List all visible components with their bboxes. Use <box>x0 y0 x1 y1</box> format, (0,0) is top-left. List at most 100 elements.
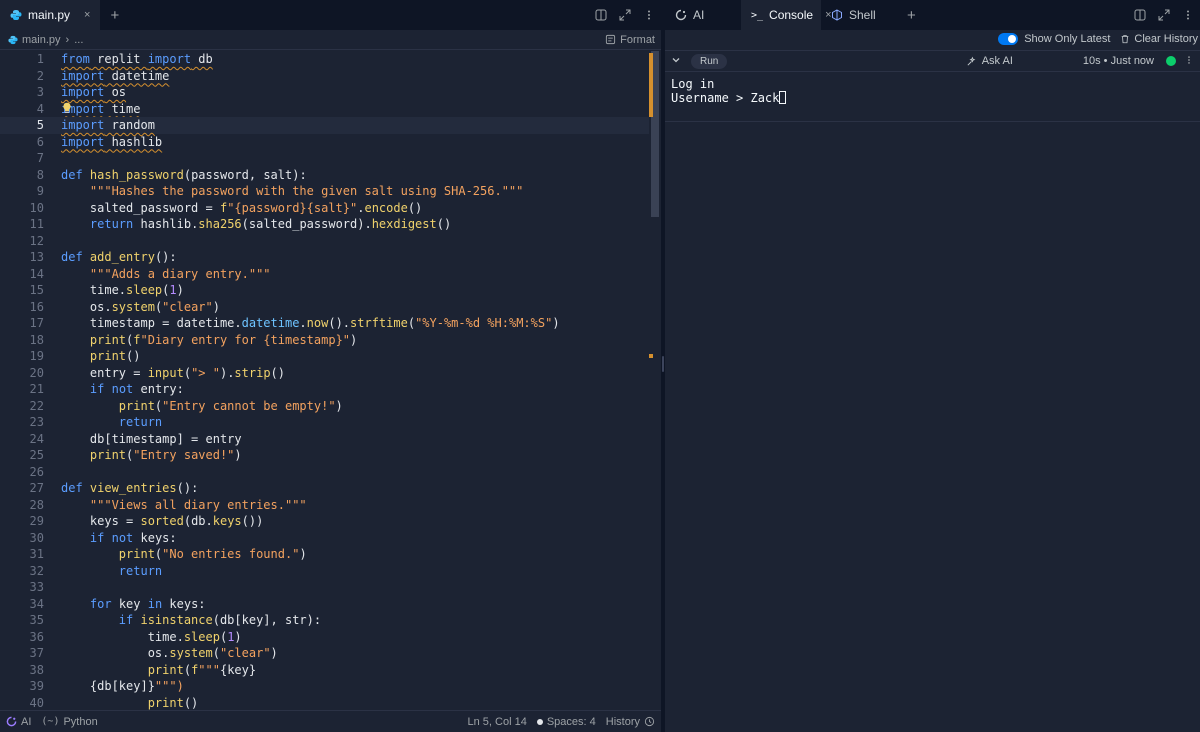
code-line[interactable]: 7 <box>0 150 649 167</box>
split-pane-icon[interactable] <box>1128 0 1152 30</box>
format-label: Format <box>620 33 655 46</box>
ai-icon <box>675 9 687 21</box>
editor-pane: main.py × + main.py › ... Format 1 from … <box>0 0 661 732</box>
python-file-icon <box>8 35 18 44</box>
code-line[interactable]: 38 print(f"""{key} <box>0 662 649 679</box>
code-text: time.sleep(1) <box>61 629 242 644</box>
code-line[interactable]: 27 def view_entries(): <box>0 480 649 497</box>
status-ai[interactable]: AI <box>6 716 31 728</box>
code-line[interactable]: 22 print("Entry cannot be empty!") <box>0 398 649 415</box>
add-tool-tab-button[interactable]: + <box>897 0 926 30</box>
code-line[interactable]: 3 import os <box>0 84 649 101</box>
code-text: import time <box>61 101 141 116</box>
code-line[interactable]: 29 keys = sorted(db.keys()) <box>0 513 649 530</box>
code-line[interactable]: 13 def add_entry(): <box>0 249 649 266</box>
code-line[interactable]: 32 return <box>0 563 649 580</box>
code-line[interactable]: 6 import hashlib <box>0 134 649 151</box>
status-spaces[interactable]: Spaces: 4 <box>536 716 596 728</box>
code-line[interactable]: 31 print("No entries found.") <box>0 546 649 563</box>
tab-label: main.py <box>28 8 71 22</box>
line-number: 31 <box>29 547 44 561</box>
maximize-icon[interactable] <box>1152 0 1176 30</box>
chevron-down-icon[interactable] <box>671 55 681 68</box>
line-number: 29 <box>29 514 44 528</box>
code-line[interactable]: 10 salted_password = f"{password}{salt}"… <box>0 200 649 217</box>
code-line[interactable]: 21 if not entry: <box>0 381 649 398</box>
tab-shell[interactable]: Shell <box>821 0 897 30</box>
line-number: 4 <box>36 101 44 116</box>
line-number: 30 <box>29 530 44 545</box>
status-history[interactable]: History <box>606 716 655 728</box>
breadcrumb-ellipsis[interactable]: ... <box>74 34 83 46</box>
run-status-icon <box>1166 56 1176 66</box>
console-output[interactable]: Log in Username > Zack <box>671 77 787 105</box>
line-number: 25 <box>29 448 44 462</box>
code-line[interactable]: 30 if not keys: <box>0 530 649 547</box>
code-line[interactable]: 28 """Views all diary entries.""" <box>0 497 649 514</box>
line-number: 23 <box>29 415 44 429</box>
code-editor[interactable]: 1 from replit import db 2 import datetime 3 i… <box>0 51 649 710</box>
code-text: def view_entries(): <box>61 481 199 495</box>
code-line[interactable]: 34 for key in keys: <box>0 596 649 613</box>
editor-scrollbar[interactable] <box>649 51 661 710</box>
code-text: def hash_password(password, salt): <box>61 167 307 182</box>
tab-ai[interactable]: AI <box>665 0 741 30</box>
line-number: 21 <box>29 382 44 396</box>
more-options-icon[interactable] <box>637 0 661 30</box>
code-line[interactable]: 40 print() <box>0 695 649 711</box>
line-number: 26 <box>29 464 44 479</box>
code-line[interactable]: 18 print(f"Diary entry for {timestamp}") <box>0 332 649 349</box>
code-line[interactable]: 16 os.system("clear") <box>0 299 649 316</box>
tab-ai-label: AI <box>693 8 705 22</box>
more-options-icon[interactable] <box>1176 0 1200 30</box>
code-line[interactable]: 23 return <box>0 414 649 431</box>
format-button[interactable]: Format <box>605 34 661 46</box>
format-icon <box>606 34 616 45</box>
code-line[interactable]: 20 entry = input("> ").strip() <box>0 365 649 382</box>
code-line[interactable]: 24 db[timestamp] = entry <box>0 431 649 448</box>
code-line[interactable]: 36 time.sleep(1) <box>0 629 649 646</box>
code-line[interactable]: 8 def hash_password(password, salt): <box>0 167 649 184</box>
code-line[interactable]: 1 from replit import db <box>0 51 649 68</box>
code-line[interactable]: 5 import random <box>0 117 649 134</box>
tab-main-py[interactable]: main.py × <box>0 0 101 30</box>
line-number: 37 <box>29 646 44 660</box>
close-icon[interactable]: × <box>84 9 90 21</box>
add-tab-button[interactable]: + <box>100 0 129 30</box>
code-line[interactable]: 12 <box>0 233 649 250</box>
code-line[interactable]: 25 print("Entry saved!") <box>0 447 649 464</box>
line-number: 20 <box>29 365 44 380</box>
code-line[interactable]: 15 time.sleep(1) <box>0 282 649 299</box>
code-text: """Views all diary entries.""" <box>89 497 307 512</box>
code-line[interactable]: 9 """Hashes the password with the given … <box>0 183 649 200</box>
code-line[interactable]: 39 {db[key]}""") <box>0 678 649 695</box>
tab-console[interactable]: >_ Console × <box>741 0 832 30</box>
status-cursor[interactable]: Ln 5, Col 14 <box>468 716 527 728</box>
maximize-icon[interactable] <box>613 0 637 30</box>
code-line[interactable]: 26 <box>0 464 649 481</box>
code-line[interactable]: 17 timestamp = datetime.datetime.now().s… <box>0 315 649 332</box>
status-language[interactable]: (~) Python <box>41 716 97 728</box>
code-line[interactable]: 33 <box>0 579 649 596</box>
line-number: 2 <box>36 68 44 83</box>
code-line[interactable]: 35 if isinstance(db[key], str): <box>0 612 649 629</box>
clear-history-label: Clear History <box>1134 33 1198 45</box>
code-line[interactable]: 19 print() <box>0 348 649 365</box>
code-line[interactable]: 4 import time <box>0 101 649 118</box>
replit-workspace: main.py × + main.py › ... Format 1 from … <box>0 0 1200 732</box>
run-badge[interactable]: Run <box>691 53 728 69</box>
show-only-latest-toggle[interactable] <box>998 33 1019 45</box>
split-pane-icon[interactable] <box>589 0 613 30</box>
clear-history-button[interactable]: Clear History <box>1120 33 1198 45</box>
code-line[interactable]: 14 """Adds a diary entry.""" <box>0 266 649 283</box>
code-line[interactable]: 11 return hashlib.sha256(salted_password… <box>0 216 649 233</box>
code-line[interactable]: 2 import datetime <box>0 68 649 85</box>
more-options-icon[interactable] <box>1184 54 1194 68</box>
line-number: 15 <box>29 283 44 297</box>
code-line[interactable]: 37 os.system("clear") <box>0 645 649 662</box>
breadcrumb-file[interactable]: main.py <box>22 34 61 46</box>
ask-ai-button[interactable]: Ask AI <box>966 55 1013 67</box>
terminal-cursor <box>779 91 787 104</box>
code-text: {db[key]}""") <box>61 679 184 693</box>
